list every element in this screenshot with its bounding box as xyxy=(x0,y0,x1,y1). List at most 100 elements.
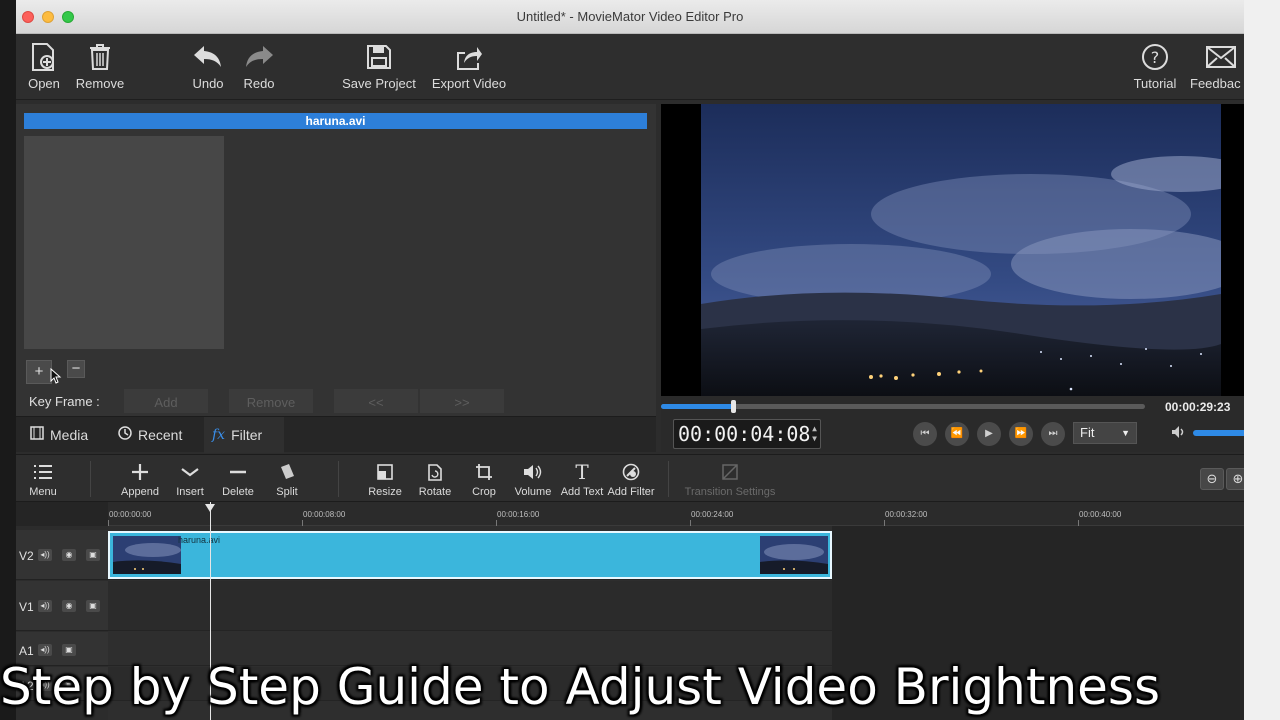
export-video-button[interactable]: Export Video xyxy=(430,40,508,91)
resize-icon xyxy=(366,461,404,483)
razor-icon xyxy=(272,461,302,483)
volume-button[interactable]: Volume xyxy=(513,461,553,498)
track-row-v1 xyxy=(108,581,832,631)
zoom-in-button[interactable]: ⊕ xyxy=(1226,468,1244,490)
seek-bar[interactable] xyxy=(661,400,1145,413)
track-header-v1: V1 ◂)) ◉ ▣ xyxy=(16,581,108,631)
zoom-in-icon: ⊕ xyxy=(1232,471,1244,486)
menu-button[interactable]: Menu xyxy=(24,461,62,498)
filter-list[interactable] xyxy=(24,136,224,349)
audio-toggle-icon[interactable]: ◂)) xyxy=(38,549,52,561)
keyframe-remove-button[interactable]: Remove xyxy=(229,389,313,413)
ruler-label: 00:00:24:00 xyxy=(691,510,734,519)
track-header-v2: V2 ◂)) ◉ ▣ xyxy=(16,530,108,580)
skip-to-start-button[interactable]: ⏮ xyxy=(913,422,937,446)
toolbar-divider xyxy=(338,461,339,497)
app-window: Untitled* - MovieMator Video Editor Pro … xyxy=(16,0,1244,720)
delete-button[interactable]: Delete xyxy=(220,461,256,498)
remove-filter-button[interactable]: − xyxy=(67,360,85,378)
lock-icon[interactable]: ▣ xyxy=(86,600,100,612)
eye-icon[interactable]: ◉ xyxy=(62,549,76,561)
insert-button[interactable]: Insert xyxy=(172,461,208,498)
tab-media[interactable]: Media xyxy=(22,417,96,453)
timecode-stepper-icon[interactable]: ▲ ▼ xyxy=(812,424,817,444)
resize-button[interactable]: Resize xyxy=(366,461,404,498)
keyframe-add-button[interactable]: Add xyxy=(124,389,208,413)
redo-button[interactable]: Redo xyxy=(240,40,278,91)
plus-icon xyxy=(120,461,160,483)
ruler-label: 00:00:00:00 xyxy=(109,510,152,519)
preview-zoom-select[interactable]: Fit ▼ xyxy=(1073,422,1137,444)
clip-start-thumbnail xyxy=(113,536,181,574)
ruler-label: 00:00:32:00 xyxy=(885,510,928,519)
ruler-tick xyxy=(1078,520,1079,526)
add-text-button[interactable]: T Add Text xyxy=(559,460,605,498)
ruler-tick xyxy=(884,520,885,526)
add-filter-button[interactable]: + xyxy=(26,360,52,384)
question-circle-icon: ? xyxy=(1130,40,1180,74)
audio-toggle-icon[interactable]: ◂)) xyxy=(38,600,52,612)
selected-clip-name: haruna.avi xyxy=(24,113,647,129)
open-button[interactable]: Open xyxy=(26,40,62,91)
time-ruler[interactable]: 00:00:00:00 00:00:08:00 00:00:16:00 00:0… xyxy=(108,502,1244,526)
window-title: Untitled* - MovieMator Video Editor Pro xyxy=(516,9,744,24)
fast-forward-icon: ⏩ xyxy=(1014,428,1028,439)
minus-icon xyxy=(220,461,256,483)
trash-icon xyxy=(74,40,126,74)
skip-start-icon: ⏮ xyxy=(920,428,930,439)
eye-icon[interactable]: ◉ xyxy=(62,600,76,612)
rotate-button[interactable]: Rotate xyxy=(416,461,454,498)
timecode-input[interactable]: 00:00:04:08 ▲ ▼ xyxy=(673,419,821,449)
transport-controls: 00:00:04:08 ▲ ▼ ⏮ ⏪ ▶ ⏩ ⏭ Fit ▼ xyxy=(661,416,1244,452)
toolbar-divider xyxy=(90,461,91,497)
lock-icon[interactable]: ▣ xyxy=(86,549,100,561)
tutorial-button[interactable]: ? Tutorial xyxy=(1130,40,1180,91)
video-clip[interactable]: haruna.avi xyxy=(108,531,832,579)
video-preview[interactable] xyxy=(661,104,1244,400)
filter-panel: haruna.avi + − Key Frame : Add Remove <<… xyxy=(16,104,656,416)
open-file-icon xyxy=(26,40,62,74)
remove-button[interactable]: Remove xyxy=(74,40,126,91)
speaker-icon[interactable] xyxy=(1171,425,1187,444)
title-bar: Untitled* - MovieMator Video Editor Pro xyxy=(16,0,1244,34)
main-toolbar: Open Remove Undo Redo Save Project Expor… xyxy=(16,34,1244,100)
ruler-label: 00:00:40:00 xyxy=(1079,510,1122,519)
play-button[interactable]: ▶ xyxy=(977,422,1001,446)
crop-icon xyxy=(470,461,498,483)
total-duration: 00:00:29:23 xyxy=(1165,400,1231,414)
tab-filter[interactable]: fx Filter xyxy=(204,417,284,453)
rewind-button[interactable]: ⏪ xyxy=(945,422,969,446)
tab-recent[interactable]: Recent xyxy=(110,417,190,453)
add-filter-toolbar-button[interactable]: Add Filter xyxy=(607,461,655,498)
seek-handle[interactable] xyxy=(731,400,736,413)
save-project-button[interactable]: Save Project xyxy=(341,40,417,91)
playback-progress: 00:00:29:23 xyxy=(661,396,1244,416)
keyframe-previous-button[interactable]: << xyxy=(334,389,418,413)
skip-to-end-button[interactable]: ⏭ xyxy=(1041,422,1065,446)
panel-tabs: Media Recent fx Filter xyxy=(16,416,656,453)
keyframe-next-button[interactable]: >> xyxy=(420,389,504,413)
mouse-cursor-icon xyxy=(50,367,62,389)
key-frame-label: Key Frame : xyxy=(29,394,100,409)
toolbar-divider xyxy=(668,461,669,497)
split-button[interactable]: Split xyxy=(272,461,302,498)
rewind-icon: ⏪ xyxy=(950,428,964,439)
film-strip-icon xyxy=(30,417,44,453)
floppy-disk-icon xyxy=(341,40,417,74)
zoom-out-button[interactable]: ⊖ xyxy=(1200,468,1224,490)
crop-button[interactable]: Crop xyxy=(470,461,498,498)
zoom-out-icon: ⊖ xyxy=(1206,471,1218,486)
undo-button[interactable]: Undo xyxy=(188,40,228,91)
volume-slider[interactable] xyxy=(1193,430,1244,436)
ruler-label: 00:00:16:00 xyxy=(497,510,540,519)
play-icon: ▶ xyxy=(985,428,993,439)
tutorial-caption: Step by Step Guide to Adjust Video Brigh… xyxy=(0,658,1161,716)
transition-icon xyxy=(684,461,776,483)
append-button[interactable]: Append xyxy=(120,461,160,498)
insert-chevron-icon xyxy=(172,461,208,483)
volume-icon xyxy=(513,461,553,483)
transition-settings-button[interactable]: Transition Settings xyxy=(684,461,776,498)
fast-forward-button[interactable]: ⏩ xyxy=(1009,422,1033,446)
feedback-button[interactable]: Feedbac xyxy=(1190,40,1244,91)
clock-icon xyxy=(118,417,132,453)
